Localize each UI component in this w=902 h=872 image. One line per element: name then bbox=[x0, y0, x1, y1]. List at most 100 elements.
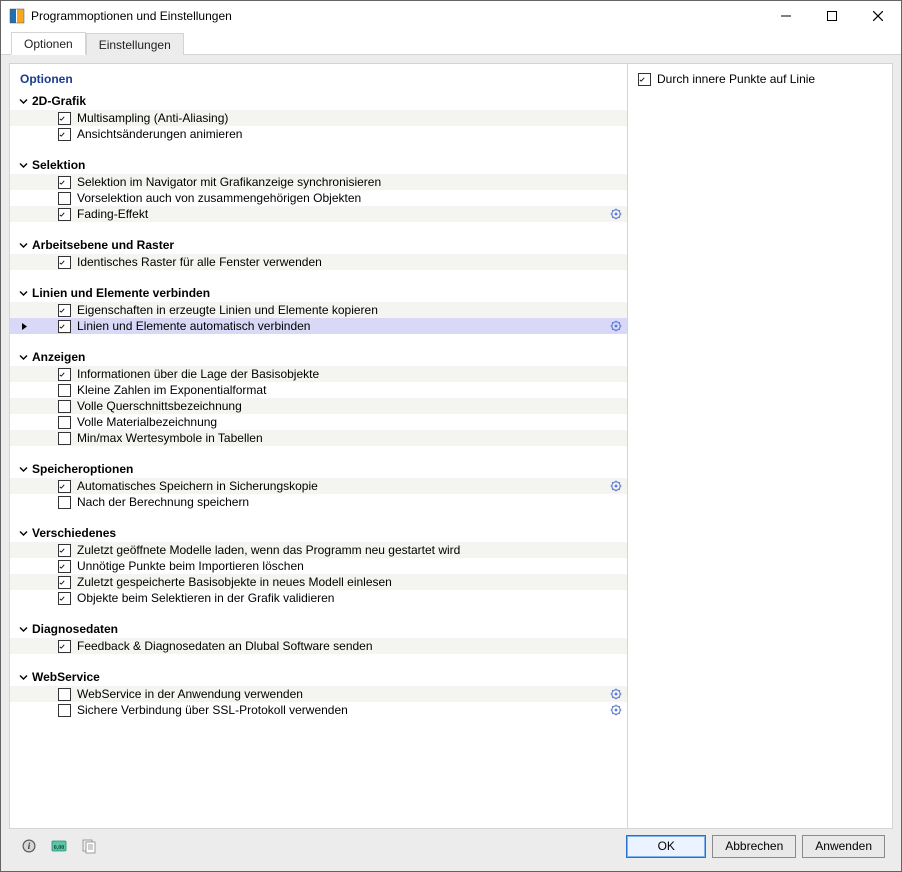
checkbox[interactable] bbox=[58, 432, 71, 445]
option-row[interactable]: Eigenschaften in erzeugte Linien und Ele… bbox=[10, 302, 627, 318]
titlebar: Programmoptionen und Einstellungen bbox=[1, 1, 901, 31]
option-row[interactable]: Identisches Raster für alle Fenster verw… bbox=[10, 254, 627, 270]
option-row[interactable]: Sichere Verbindung über SSL-Protokoll ve… bbox=[10, 702, 627, 718]
help-icon[interactable]: i bbox=[17, 834, 41, 858]
option-label: Sichere Verbindung über SSL-Protokoll ve… bbox=[77, 703, 605, 717]
cancel-button[interactable]: Abbrechen bbox=[712, 835, 796, 858]
checkbox[interactable] bbox=[58, 384, 71, 397]
group-label: Anzeigen bbox=[32, 350, 85, 364]
group-header[interactable]: Diagnosedaten bbox=[10, 620, 627, 638]
row-pointer-icon bbox=[16, 323, 32, 330]
option-label: WebService in der Anwendung verwenden bbox=[77, 687, 605, 701]
option-row[interactable]: Objekte beim Selektieren in der Grafik v… bbox=[10, 590, 627, 606]
panel-title: Optionen bbox=[10, 68, 627, 92]
option-row[interactable]: Volle Querschnittsbezeichnung bbox=[10, 398, 627, 414]
window-controls bbox=[763, 1, 901, 31]
option-row[interactable]: Nach der Berechnung speichern bbox=[10, 494, 627, 510]
detail-option-row[interactable]: Durch innere Punkte auf Linie bbox=[634, 70, 886, 88]
option-label: Kleine Zahlen im Exponentialformat bbox=[77, 383, 605, 397]
group-header[interactable]: Selektion bbox=[10, 156, 627, 174]
option-row[interactable]: Informationen über die Lage der Basisobj… bbox=[10, 366, 627, 382]
group-header[interactable]: 2D-Grafik bbox=[10, 92, 627, 110]
checkbox[interactable] bbox=[58, 304, 71, 317]
checkbox[interactable] bbox=[58, 112, 71, 125]
group-label: Verschiedenes bbox=[32, 526, 116, 540]
option-label: Informationen über die Lage der Basisobj… bbox=[77, 367, 605, 381]
option-label: Min/max Wertesymbole in Tabellen bbox=[77, 431, 605, 445]
checkbox[interactable] bbox=[58, 208, 71, 221]
option-row[interactable]: Unnötige Punkte beim Importieren löschen bbox=[10, 558, 627, 574]
minimize-button[interactable] bbox=[763, 1, 809, 31]
group-label: Linien und Elemente verbinden bbox=[32, 286, 210, 300]
checkbox[interactable] bbox=[58, 256, 71, 269]
chevron-down-icon bbox=[18, 464, 28, 474]
group-label: Selektion bbox=[32, 158, 85, 172]
group-header[interactable]: Speicheroptionen bbox=[10, 460, 627, 478]
group-header[interactable]: Anzeigen bbox=[10, 348, 627, 366]
checkbox[interactable] bbox=[58, 480, 71, 493]
option-row[interactable]: Vorselektion auch von zusammengehörigen … bbox=[10, 190, 627, 206]
checkbox[interactable] bbox=[58, 400, 71, 413]
units-icon[interactable]: 0,00 bbox=[47, 834, 71, 858]
option-row[interactable]: Fading-Effekt bbox=[10, 206, 627, 222]
gear-icon[interactable] bbox=[605, 688, 627, 700]
maximize-button[interactable] bbox=[809, 1, 855, 31]
svg-text:0,00: 0,00 bbox=[54, 845, 65, 851]
option-row[interactable]: Linien und Elemente automatisch verbinde… bbox=[10, 318, 627, 334]
checkbox[interactable] bbox=[58, 560, 71, 573]
option-label: Fading-Effekt bbox=[77, 207, 605, 221]
chevron-down-icon bbox=[18, 160, 28, 170]
option-label: Volle Materialbezeichnung bbox=[77, 415, 605, 429]
option-row[interactable]: Automatisches Speichern in Sicherungskop… bbox=[10, 478, 627, 494]
option-label: Feedback & Diagnosedaten an Dlubal Softw… bbox=[77, 639, 605, 653]
checkbox[interactable] bbox=[58, 544, 71, 557]
option-label: Linien und Elemente automatisch verbinde… bbox=[77, 319, 605, 333]
close-button[interactable] bbox=[855, 1, 901, 31]
checkbox[interactable] bbox=[58, 592, 71, 605]
checkbox[interactable] bbox=[58, 704, 71, 717]
option-row[interactable]: Kleine Zahlen im Exponentialformat bbox=[10, 382, 627, 398]
option-row[interactable]: Min/max Wertesymbole in Tabellen bbox=[10, 430, 627, 446]
option-row[interactable]: Volle Materialbezeichnung bbox=[10, 414, 627, 430]
button-label: Anwenden bbox=[815, 839, 872, 853]
checkbox[interactable] bbox=[58, 640, 71, 653]
defaults-icon[interactable] bbox=[77, 834, 101, 858]
tab-einstellungen[interactable]: Einstellungen bbox=[86, 33, 184, 55]
gear-icon[interactable] bbox=[605, 208, 627, 220]
checkbox[interactable] bbox=[58, 176, 71, 189]
checkbox[interactable] bbox=[58, 192, 71, 205]
ok-button[interactable]: OK bbox=[626, 835, 706, 858]
option-row[interactable]: Zuletzt gespeicherte Basisobjekte in neu… bbox=[10, 574, 627, 590]
apply-button[interactable]: Anwenden bbox=[802, 835, 885, 858]
checkbox[interactable] bbox=[58, 320, 71, 333]
dialog-window: Programmoptionen und Einstellungen Optio… bbox=[0, 0, 902, 872]
option-row[interactable]: Multisampling (Anti-Aliasing) bbox=[10, 110, 627, 126]
group-header[interactable]: WebService bbox=[10, 668, 627, 686]
options-tree[interactable]: Optionen 2D-GrafikMultisampling (Anti-Al… bbox=[10, 64, 628, 828]
option-label: Nach der Berechnung speichern bbox=[77, 495, 605, 509]
checkbox[interactable] bbox=[58, 416, 71, 429]
group-header[interactable]: Linien und Elemente verbinden bbox=[10, 284, 627, 302]
group-header[interactable]: Arbeitsebene und Raster bbox=[10, 236, 627, 254]
checkbox[interactable] bbox=[58, 688, 71, 701]
gear-icon[interactable] bbox=[605, 480, 627, 492]
checkbox[interactable] bbox=[58, 128, 71, 141]
option-row[interactable]: WebService in der Anwendung verwenden bbox=[10, 686, 627, 702]
gear-icon[interactable] bbox=[605, 704, 627, 716]
option-row[interactable]: Feedback & Diagnosedaten an Dlubal Softw… bbox=[10, 638, 627, 654]
option-label: Identisches Raster für alle Fenster verw… bbox=[77, 255, 605, 269]
option-row[interactable]: Zuletzt geöffnete Modelle laden, wenn da… bbox=[10, 542, 627, 558]
chevron-down-icon bbox=[18, 352, 28, 362]
option-row[interactable]: Selektion im Navigator mit Grafikanzeige… bbox=[10, 174, 627, 190]
checkbox[interactable] bbox=[58, 576, 71, 589]
option-row[interactable]: Ansichtsänderungen animieren bbox=[10, 126, 627, 142]
checkbox[interactable] bbox=[638, 73, 651, 86]
tab-optionen[interactable]: Optionen bbox=[11, 32, 86, 55]
checkbox[interactable] bbox=[58, 496, 71, 509]
group-header[interactable]: Verschiedenes bbox=[10, 524, 627, 542]
option-label: Zuletzt geöffnete Modelle laden, wenn da… bbox=[77, 543, 605, 557]
checkbox[interactable] bbox=[58, 368, 71, 381]
chevron-down-icon bbox=[18, 96, 28, 106]
option-label: Zuletzt gespeicherte Basisobjekte in neu… bbox=[77, 575, 605, 589]
gear-icon[interactable] bbox=[605, 320, 627, 332]
